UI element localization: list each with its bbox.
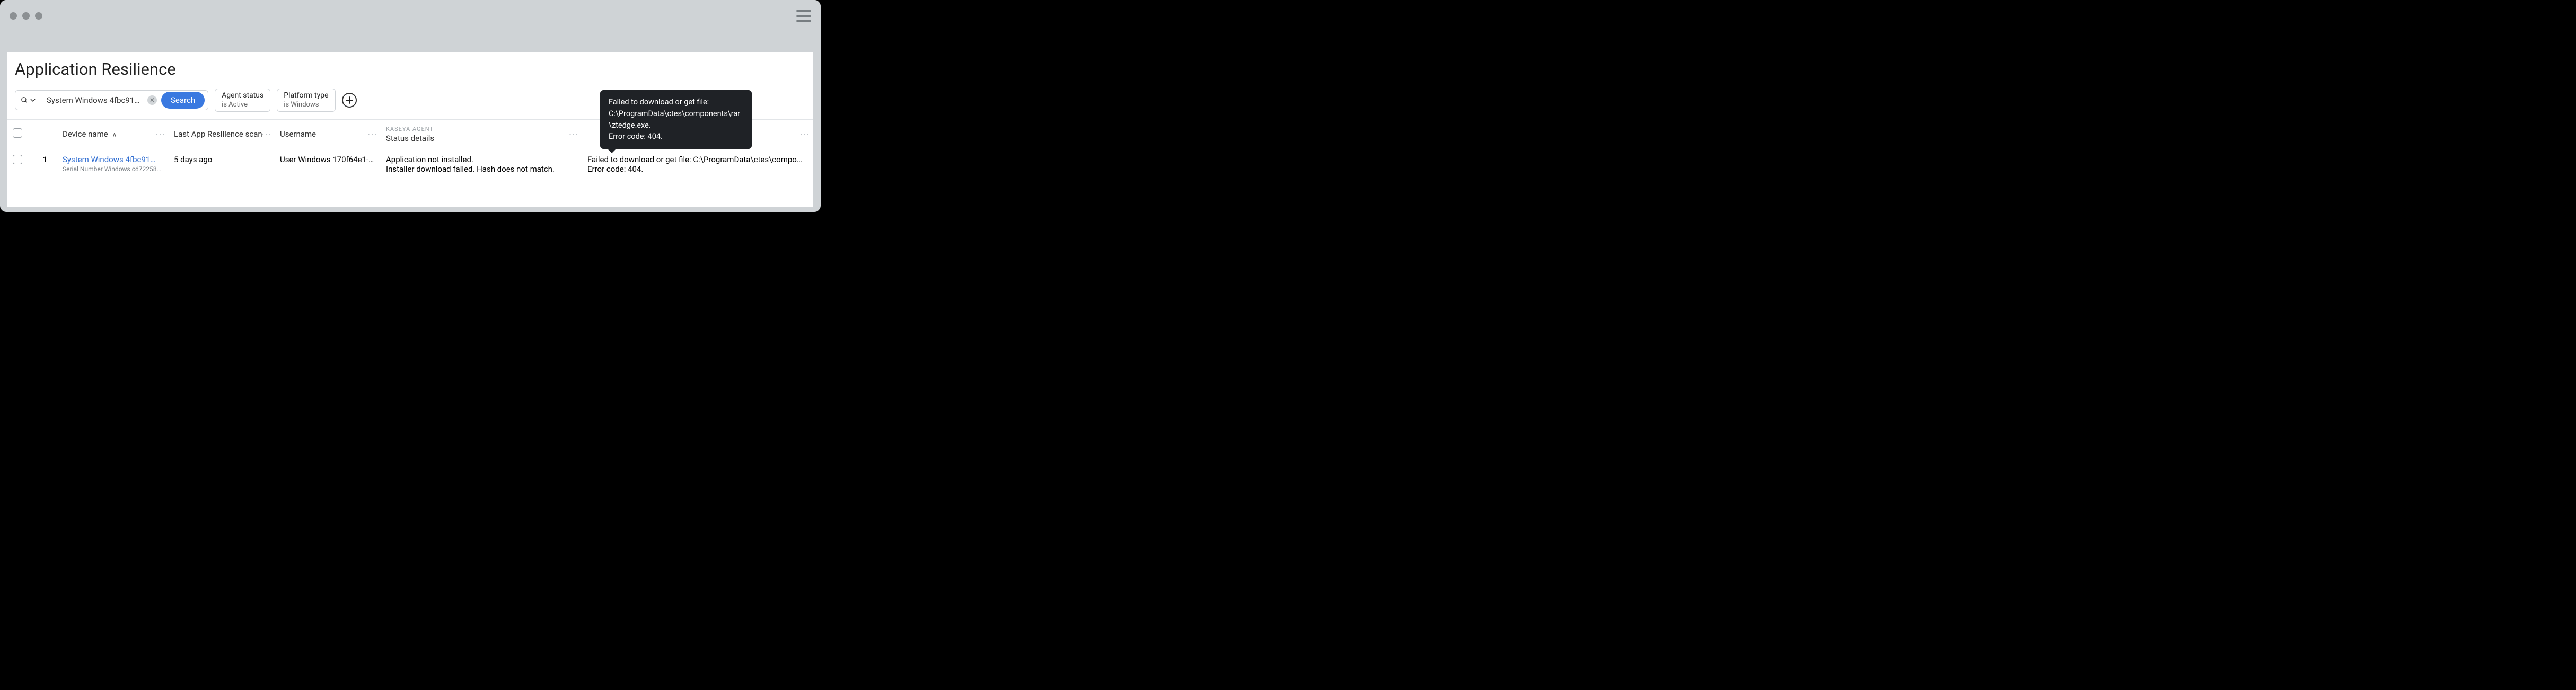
column-header-status-details[interactable]: KASEYA AGENT Status details xyxy=(381,119,582,149)
error-tooltip: Failed to download or get file: C:\Progr… xyxy=(600,90,752,149)
column-menu-icon[interactable] xyxy=(568,130,579,138)
filter-chip-value: is Active xyxy=(222,101,248,109)
plus-icon xyxy=(345,96,354,104)
column-menu-icon[interactable] xyxy=(260,130,271,138)
column-header-index xyxy=(33,119,57,149)
menu-icon[interactable] xyxy=(796,10,811,22)
tooltip-line: Error code: 404. xyxy=(609,131,743,143)
filter-chip-platform-type[interactable]: Platform type is Windows xyxy=(277,89,335,112)
error-message-line1: Failed to download or get file: C:\Progr… xyxy=(587,155,808,164)
chevron-down-icon xyxy=(30,98,36,103)
row-checkbox[interactable] xyxy=(13,155,22,164)
window-close-dot[interactable] xyxy=(10,12,17,20)
page-content: Application Resilience ✕ Search Agent st… xyxy=(7,52,813,207)
search-box: ✕ Search xyxy=(15,90,208,110)
column-header-username[interactable]: Username xyxy=(275,119,381,149)
search-icon xyxy=(21,96,28,104)
filter-chip-value: is Windows xyxy=(284,101,319,109)
username-text: User Windows 170f64e1-… xyxy=(280,155,375,164)
search-button[interactable]: Search xyxy=(161,92,205,109)
cell-last-scan: 5 days ago xyxy=(169,149,275,179)
column-menu-icon[interactable] xyxy=(154,130,165,138)
app-window: Application Resilience ✕ Search Agent st… xyxy=(0,0,821,212)
table-row[interactable]: 1 System Windows 4fbc91… Serial Number W… xyxy=(7,149,813,179)
column-header-select xyxy=(7,119,33,149)
cell-username: User Windows 170f64e1-… xyxy=(275,149,381,179)
row-index: 1 xyxy=(33,149,57,179)
window-traffic-lights xyxy=(10,12,42,20)
device-name-link[interactable]: System Windows 4fbc91… xyxy=(63,155,163,164)
cell-device-name: System Windows 4fbc91… Serial Number Win… xyxy=(57,149,169,179)
window-minimize-dot[interactable] xyxy=(22,12,30,20)
filter-chip-label: Platform type xyxy=(284,91,328,101)
column-menu-icon[interactable] xyxy=(799,130,810,138)
column-menu-icon[interactable] xyxy=(366,130,377,138)
window-zoom-dot[interactable] xyxy=(35,12,42,20)
search-input[interactable] xyxy=(41,95,147,105)
add-filter-button[interactable] xyxy=(342,93,357,108)
device-serial: Serial Number Windows cd722584-1… xyxy=(63,165,163,173)
search-scope-dropdown[interactable] xyxy=(15,91,41,110)
page-title: Application Resilience xyxy=(7,52,813,89)
column-label: Last App Resilience scan xyxy=(174,129,262,139)
column-header-device-name[interactable]: Device name ∧ xyxy=(57,119,169,149)
sort-ascending-icon: ∧ xyxy=(112,131,117,138)
column-group-label: KASEYA AGENT xyxy=(386,126,577,132)
cell-error-details: Failed to download or get file: C:\Progr… xyxy=(582,149,813,179)
cell-status-details: Application not installed. Installer dow… xyxy=(381,149,582,179)
select-all-checkbox[interactable] xyxy=(13,128,22,138)
column-label: Username xyxy=(280,129,316,139)
tooltip-line: Failed to download or get file: xyxy=(609,96,743,108)
filter-chip-agent-status[interactable]: Agent status is Active xyxy=(215,89,270,112)
tooltip-line: C:\ProgramData\ctes\components\rar\ztedg… xyxy=(609,108,743,131)
column-label: Status details xyxy=(386,134,434,143)
clear-search-icon[interactable]: ✕ xyxy=(147,95,157,105)
error-message-line2: Error code: 404. xyxy=(587,164,643,174)
column-header-last-scan[interactable]: Last App Resilience scan xyxy=(169,119,275,149)
filter-chip-label: Agent status xyxy=(222,91,263,101)
column-label: Device name xyxy=(63,129,108,139)
window-titlebar xyxy=(0,0,821,32)
